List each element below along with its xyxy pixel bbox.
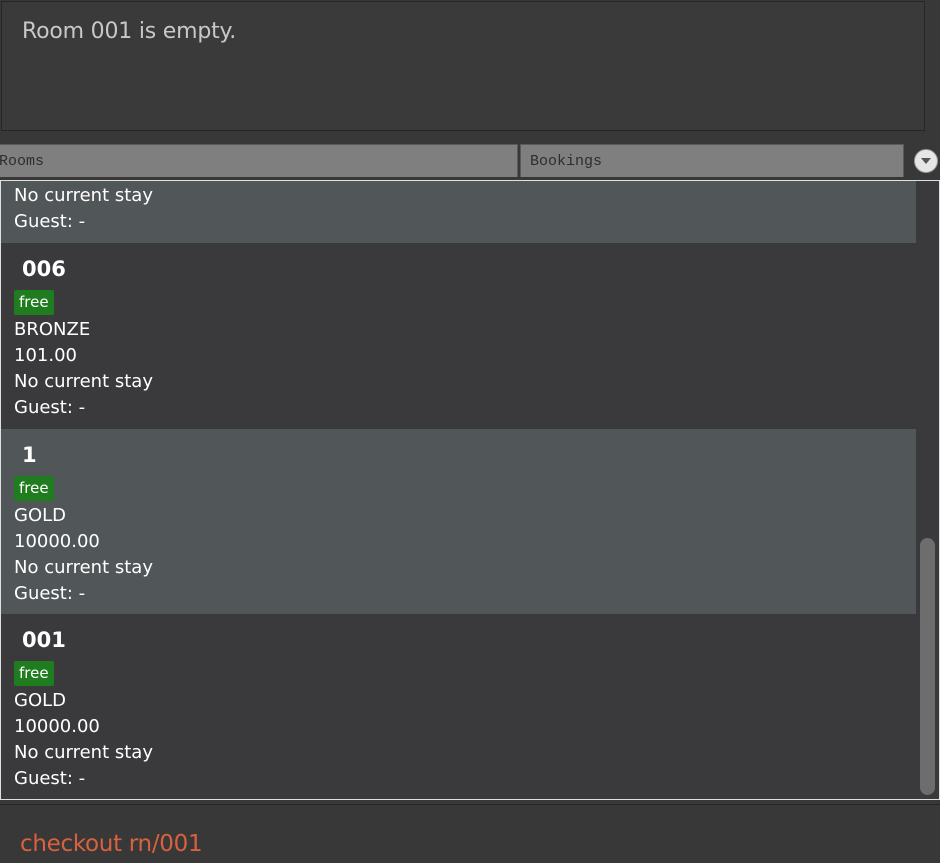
room-price: 10000.00 [14, 531, 100, 552]
room-guest: Guest: - [14, 211, 86, 232]
status-badge: free [14, 476, 54, 501]
tab-rooms[interactable]: Rooms [0, 144, 518, 177]
room-tier: GOLD [14, 505, 67, 526]
room-list[interactable]: No current stay Guest: - 006 free BRONZE… [1, 181, 916, 799]
room-number: 001 [22, 628, 66, 652]
result-display: Room 001 is empty. [1, 1, 925, 131]
status-badge: free [14, 290, 54, 315]
room-price: 10000.00 [14, 716, 100, 737]
tab-menu-dropdown-icon[interactable] [914, 149, 938, 173]
command-input[interactable]: checkout rn/001 [0, 804, 940, 863]
room-stay: No current stay [14, 557, 153, 578]
command-input-text[interactable]: checkout rn/001 [20, 831, 203, 857]
room-guest: Guest: - [14, 583, 86, 604]
room-price: 101.00 [14, 345, 77, 366]
room-stay: No current stay [14, 185, 153, 206]
tab-bar: Rooms Bookings [0, 143, 940, 179]
room-guest: Guest: - [14, 397, 86, 418]
room-list-panel: No current stay Guest: - 006 free BRONZE… [0, 180, 940, 800]
room-stay: No current stay [14, 371, 153, 392]
app-window: Room 001 is empty. Rooms Bookings No cur… [0, 0, 940, 863]
result-message: Room 001 is empty. [22, 19, 237, 44]
status-badge: free [14, 661, 54, 686]
room-guest: Guest: - [14, 768, 86, 789]
tab-bookings[interactable]: Bookings [520, 144, 904, 177]
room-number: 006 [22, 257, 66, 281]
room-tier: GOLD [14, 690, 67, 711]
room-card[interactable]: 006 free BRONZE 101.00 No current stay G… [1, 243, 916, 429]
room-card[interactable]: 001 free GOLD 10000.00 No current stay G… [1, 614, 916, 799]
room-card[interactable]: No current stay Guest: - [1, 181, 916, 243]
room-stay: No current stay [14, 742, 153, 763]
room-number: 1 [22, 443, 37, 467]
room-card[interactable]: 1 free GOLD 10000.00 No current stay Gue… [1, 429, 916, 614]
room-tier: BRONZE [14, 319, 91, 340]
scrollbar-thumb[interactable] [920, 538, 935, 795]
